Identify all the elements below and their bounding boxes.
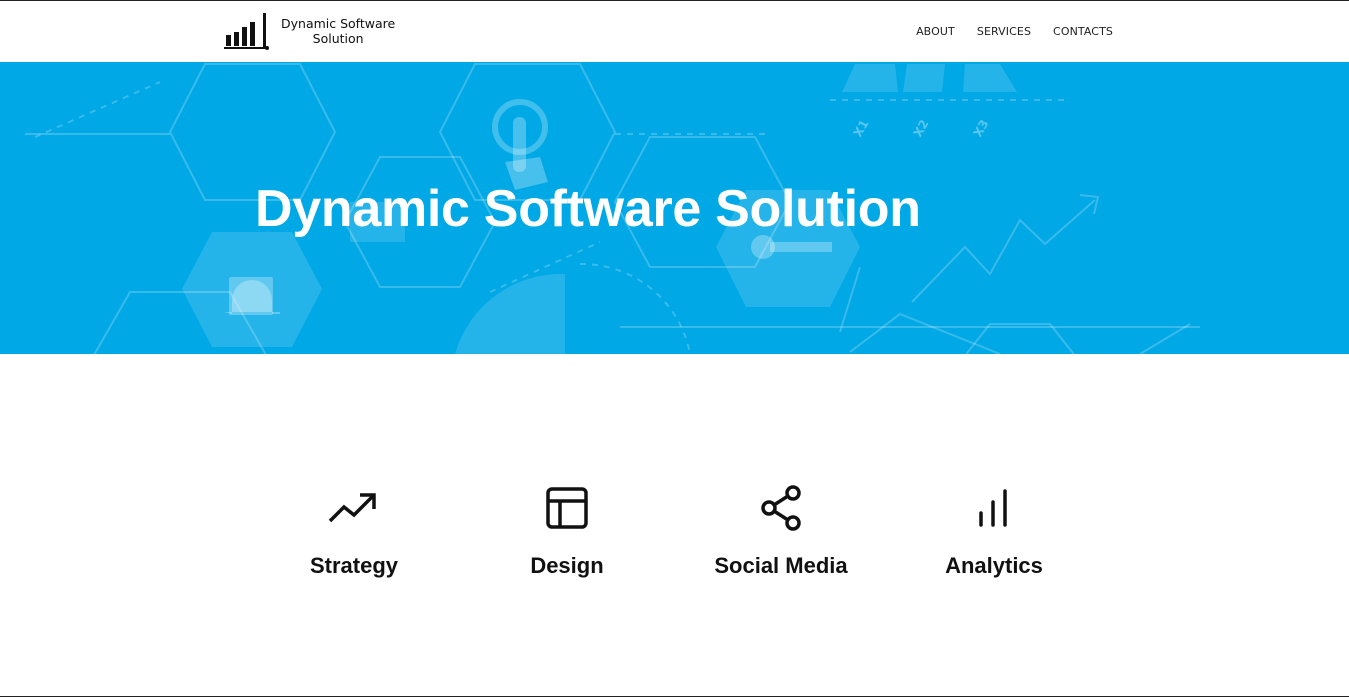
site-header: Dynamic Software Solution ABOUT SERVICES…: [0, 1, 1349, 62]
logo-text: Dynamic Software Solution: [281, 16, 395, 46]
layout-icon: [546, 487, 588, 529]
service-design[interactable]: Design: [467, 481, 667, 579]
service-strategy[interactable]: Strategy: [254, 481, 454, 579]
service-analytics[interactable]: Analytics: [894, 481, 1094, 579]
hero-banner: X1 X2 X3 Dynamic Software Solution: [0, 62, 1349, 354]
service-label-analytics: Analytics: [945, 553, 1043, 578]
service-label-social-media: Social Media: [714, 553, 848, 578]
svg-text:X1: X1: [851, 117, 872, 139]
service-label-design: Design: [530, 553, 604, 578]
nav-about[interactable]: ABOUT: [916, 25, 955, 38]
service-label-strategy: Strategy: [309, 553, 399, 578]
bar-chart-logo-icon: [224, 13, 269, 50]
logo-line-2: Solution: [312, 31, 364, 46]
service-social-media[interactable]: Social Media: [681, 481, 881, 579]
nav-services[interactable]: SERVICES: [977, 25, 1031, 38]
page: Dynamic Software Solution ABOUT SERVICES…: [0, 0, 1349, 697]
hero-title: Dynamic Software Solution: [255, 180, 921, 238]
bar-chart-icon: [979, 489, 1007, 527]
svg-text:X3: X3: [971, 117, 992, 139]
logo-line-1: Dynamic Software: [281, 16, 396, 31]
share-icon: [761, 485, 801, 531]
svg-text:X2: X2: [911, 117, 932, 139]
main-nav: ABOUT SERVICES CONTACTS: [916, 25, 1113, 38]
trending-up-icon: [328, 493, 376, 523]
services-section: Strategy Design Social Media Analytics: [0, 481, 1349, 611]
nav-contacts[interactable]: CONTACTS: [1053, 25, 1113, 38]
logo-link[interactable]: Dynamic Software Solution: [224, 11, 395, 51]
